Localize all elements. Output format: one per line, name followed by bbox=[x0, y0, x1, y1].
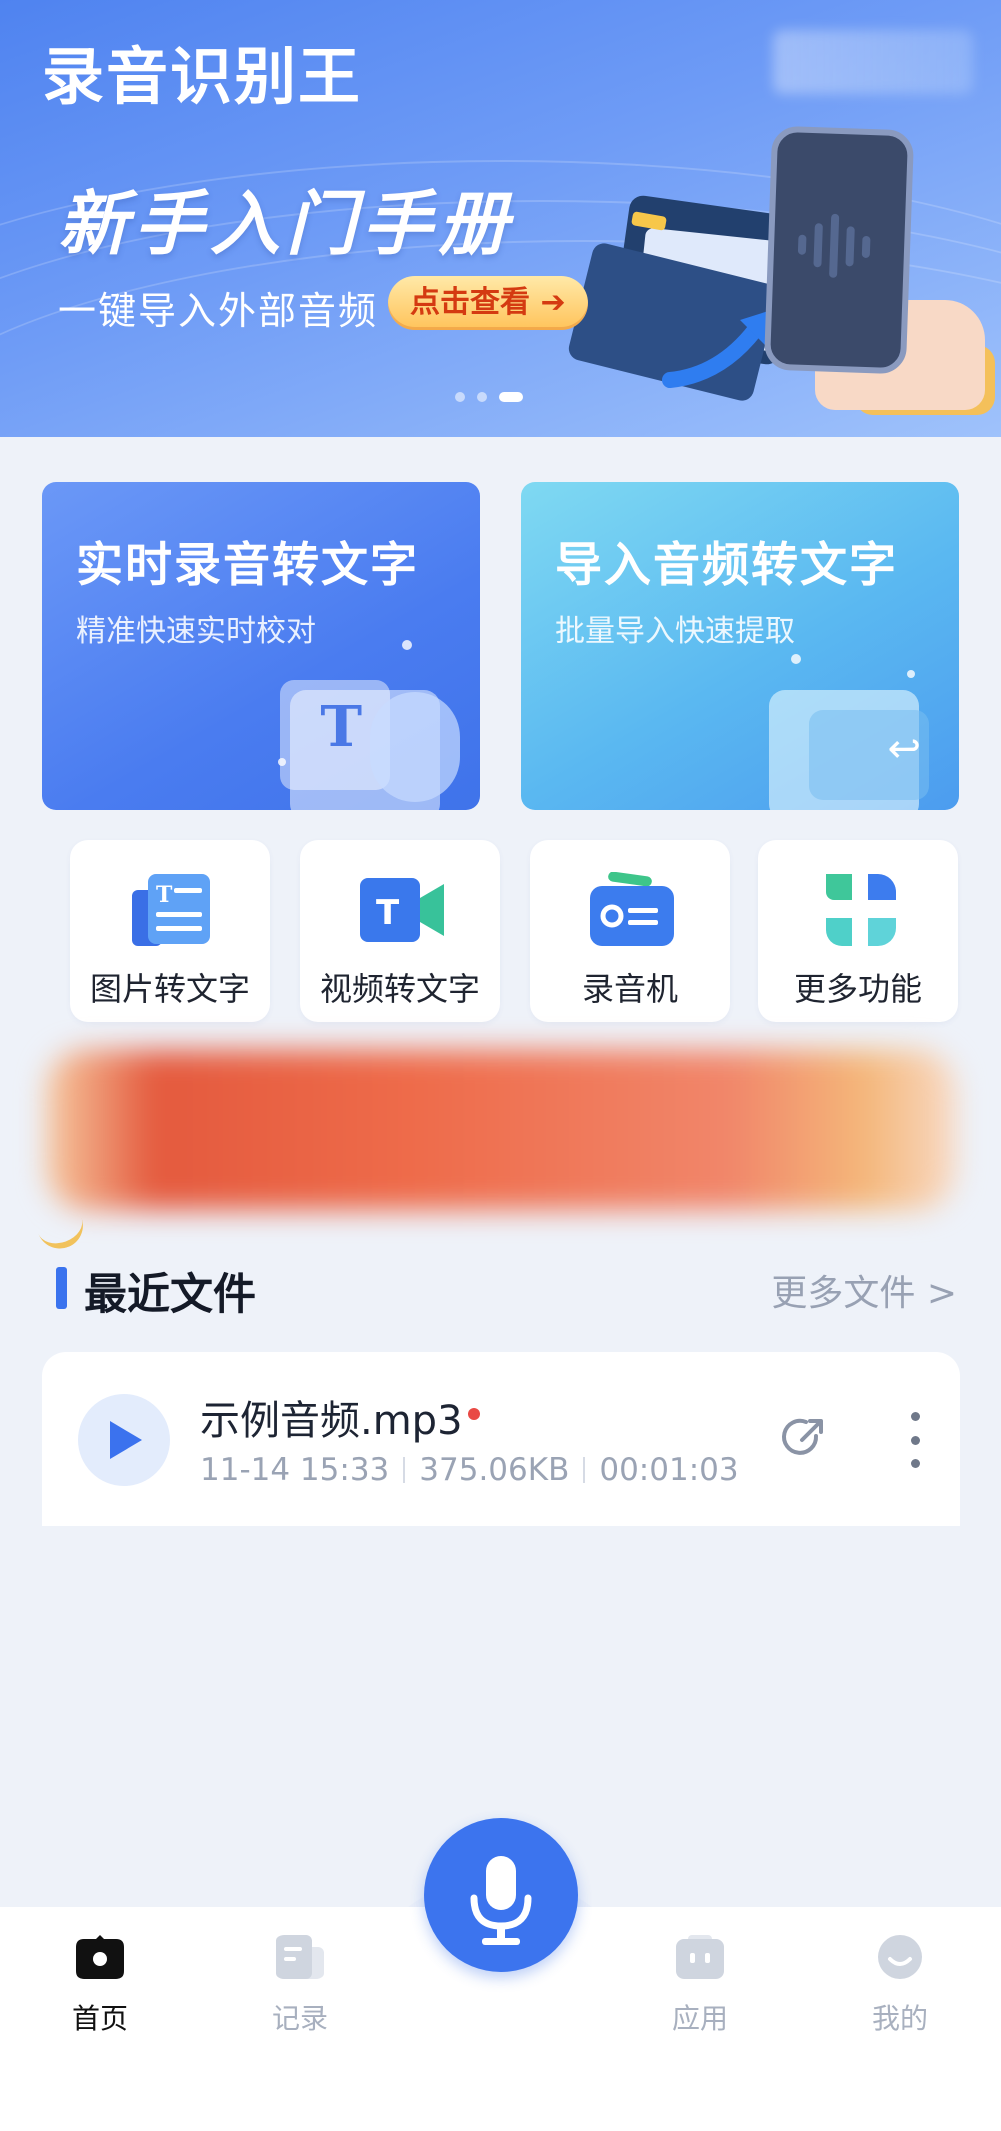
tool-label: 更多功能 bbox=[793, 970, 922, 1008]
card-subtitle: 精准快速实时校对 bbox=[76, 614, 316, 649]
header-pill-blurred[interactable] bbox=[773, 30, 973, 94]
more-options-icon[interactable] bbox=[908, 1412, 922, 1468]
card-title: 实时录音转文字 bbox=[76, 538, 419, 593]
pagination-dot[interactable] bbox=[477, 392, 487, 402]
nav-item-apps[interactable]: 应用 bbox=[630, 1935, 770, 2037]
banner-cta-button[interactable]: 点击查看 ➔ bbox=[388, 276, 588, 330]
tool-label: 图片转文字 bbox=[89, 970, 250, 1008]
pagination-dot[interactable] bbox=[455, 392, 465, 402]
banner-cta-label: 点击查看 bbox=[410, 285, 530, 320]
nav-label: 应用 bbox=[671, 2002, 728, 2035]
more-files-link[interactable]: 更多文件 > bbox=[771, 1264, 957, 1316]
file-duration: 00:01:03 bbox=[599, 1452, 739, 1488]
nav-label: 记录 bbox=[271, 2002, 328, 2035]
tool-label: 录音机 bbox=[581, 970, 678, 1008]
reply-arrow-icon: ↩ bbox=[887, 726, 921, 772]
recorder-icon bbox=[590, 872, 674, 946]
unread-dot bbox=[468, 1408, 480, 1420]
grid-more-icon bbox=[826, 874, 896, 946]
svg-text:T: T bbox=[156, 882, 173, 908]
phone-illustration bbox=[763, 125, 915, 375]
card-title: 导入音频转文字 bbox=[555, 538, 898, 593]
realtime-transcribe-card[interactable]: T 实时录音转文字 精准快速实时校对 bbox=[42, 482, 480, 810]
records-icon bbox=[276, 1935, 324, 1979]
arrow-right-icon: ➔ bbox=[540, 285, 566, 320]
promo-banner[interactable]: 录音识别王 新手入门手册 一键导入外部音频 点击查看 ➔ bbox=[0, 0, 1001, 437]
microphone-icon bbox=[370, 692, 460, 802]
image-text-icon: T bbox=[132, 874, 210, 946]
promo-ad-blurred[interactable] bbox=[46, 1050, 956, 1210]
nav-item-home[interactable]: 首页 bbox=[30, 1935, 170, 2037]
tool-recorder[interactable]: 录音机 bbox=[530, 840, 730, 1022]
file-meta: 11-14 15:33 375.06KB 00:01:03 bbox=[200, 1452, 739, 1488]
pagination-dot-active[interactable] bbox=[499, 392, 523, 402]
tool-more-features[interactable]: 更多功能 bbox=[758, 840, 958, 1022]
banner-subtitle: 一键导入外部音频 bbox=[58, 289, 379, 333]
svg-text:T: T bbox=[376, 893, 400, 933]
nav-item-records[interactable]: 记录 bbox=[230, 1935, 370, 2037]
banner-headline: 新手入门手册 bbox=[58, 183, 514, 265]
record-button[interactable] bbox=[424, 1818, 578, 1972]
text-document-icon: T bbox=[320, 694, 362, 760]
apps-icon bbox=[676, 1935, 724, 1979]
share-icon[interactable] bbox=[780, 1414, 828, 1462]
file-date: 11-14 15:33 bbox=[200, 1452, 390, 1488]
microphone-icon bbox=[470, 1856, 532, 1945]
nav-item-profile[interactable]: 我的 bbox=[830, 1935, 970, 2037]
section-accent-bar bbox=[56, 1267, 67, 1309]
tool-label: 视频转文字 bbox=[319, 970, 480, 1008]
profile-icon bbox=[878, 1935, 922, 1979]
import-audio-card[interactable]: ↩ 导入音频转文字 批量导入快速提取 bbox=[521, 482, 959, 810]
play-icon bbox=[110, 1421, 142, 1459]
nav-label: 首页 bbox=[71, 2002, 128, 2035]
app-title: 录音识别王 bbox=[42, 40, 363, 113]
file-name: 示例音频.mp3 bbox=[200, 1398, 463, 1444]
home-icon bbox=[76, 1935, 124, 1979]
tool-image-to-text[interactable]: T 图片转文字 bbox=[70, 840, 270, 1022]
recent-files-title: 最近文件 bbox=[84, 1270, 256, 1320]
nav-label: 我的 bbox=[871, 2002, 928, 2035]
banner-pagination bbox=[455, 392, 523, 402]
file-size: 375.06KB bbox=[419, 1452, 570, 1488]
tool-video-to-text[interactable]: T 视频转文字 bbox=[300, 840, 500, 1022]
video-text-icon: T bbox=[360, 878, 444, 942]
card-subtitle: 批量导入快速提取 bbox=[555, 614, 795, 649]
